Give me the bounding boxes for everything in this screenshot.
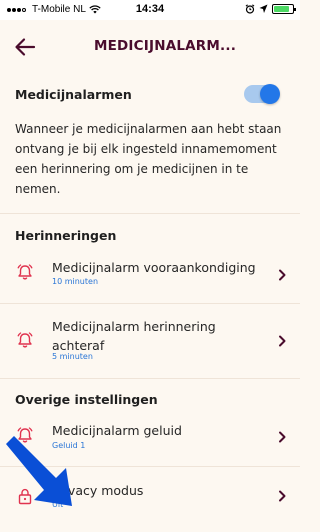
alarm-bell-icon xyxy=(17,427,33,443)
row-value: 10 minuten xyxy=(52,277,99,286)
chevron-right-icon xyxy=(279,335,286,347)
divider xyxy=(0,213,300,214)
row-alarm-sound[interactable]: Medicijnalarm geluid Geluid 1 xyxy=(0,414,300,466)
row-value: Geluid 1 xyxy=(52,441,86,450)
row-value: Uit xyxy=(52,500,64,509)
divider xyxy=(0,378,300,379)
row-privacy-mode[interactable]: Privacy modus Uit xyxy=(0,467,300,522)
section-title-other-settings: Overige instellingen xyxy=(15,392,158,407)
lock-icon xyxy=(18,488,32,505)
chevron-right-icon xyxy=(279,269,286,281)
status-right-group xyxy=(245,4,296,14)
alarm-description: Wanneer je medicijnalarmen aan hebt staa… xyxy=(15,122,282,196)
page-title: MEDICIJNALARM... xyxy=(93,38,237,54)
row-follow-up[interactable]: Medicijnalarm herinnering achteraf 5 min… xyxy=(0,304,300,378)
back-arrow-icon[interactable] xyxy=(13,36,37,58)
section-title-reminders: Herinneringen xyxy=(15,228,117,243)
row-title: Medicijnalarm vooraankondiging xyxy=(52,260,256,275)
row-value: 5 minuten xyxy=(52,352,93,361)
medication-alarms-toggle-row: Medicijnalarmen xyxy=(15,84,285,108)
status-bar: T-Mobile NL 14:34 xyxy=(0,0,300,20)
alarm-clock-icon xyxy=(245,4,255,14)
row-title: Medicijnalarm geluid xyxy=(52,423,182,438)
chevron-right-icon xyxy=(279,490,286,502)
toggle-label: Medicijnalarmen xyxy=(15,87,132,102)
toggle-knob xyxy=(260,84,280,104)
medication-alarms-toggle[interactable] xyxy=(244,84,280,104)
row-title: Privacy modus xyxy=(52,483,144,498)
alarm-bell-icon xyxy=(17,332,33,348)
location-arrow-icon xyxy=(259,4,268,13)
app-header: MEDICIJNALARM... xyxy=(0,20,300,74)
battery-icon xyxy=(272,4,296,14)
chevron-right-icon xyxy=(279,431,286,443)
row-title: Medicijnalarm herinnering achteraf xyxy=(52,319,216,353)
alarm-bell-icon xyxy=(17,264,33,280)
row-pre-announcement[interactable]: Medicijnalarm vooraankondiging 10 minute… xyxy=(0,250,300,303)
